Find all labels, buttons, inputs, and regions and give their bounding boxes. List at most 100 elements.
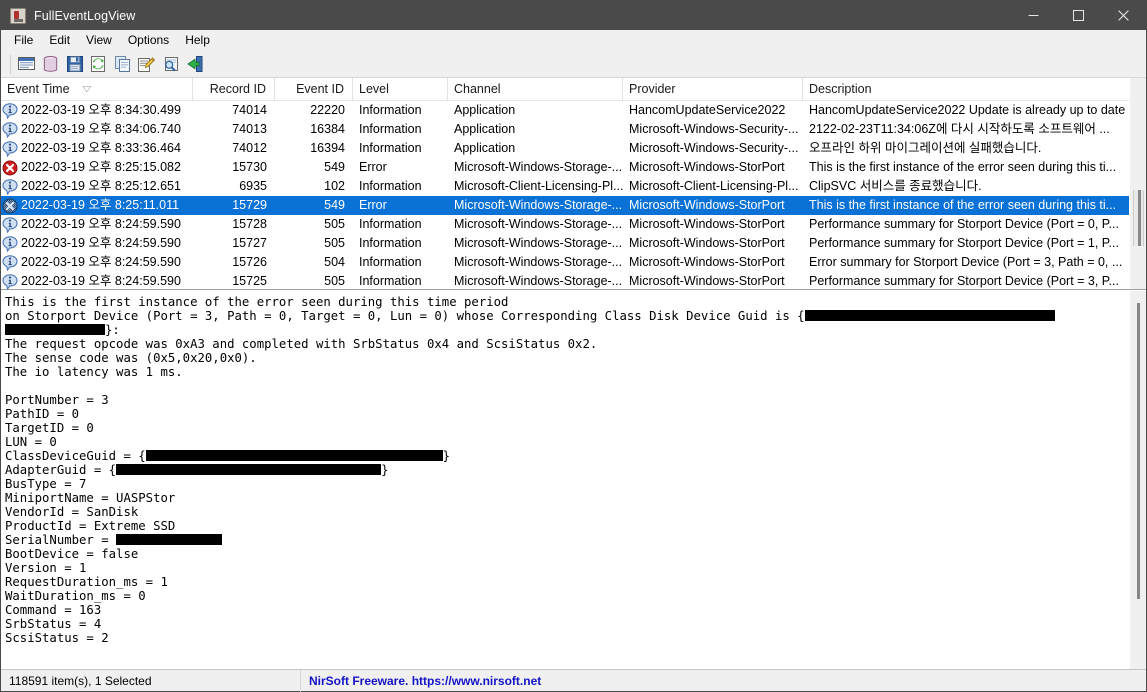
detail-line: WaitDuration_ms = 0	[5, 589, 146, 603]
error-icon	[2, 160, 18, 176]
properties-icon[interactable]	[135, 53, 158, 76]
information-icon	[2, 216, 18, 233]
detail-scrollbar-thumb[interactable]	[1134, 303, 1144, 599]
nirsoft-link[interactable]: NirSoft Freeware. https://www.nirsoft.ne…	[309, 674, 541, 688]
cell-event-id: 504	[324, 255, 345, 269]
cell-event-time: 2022-03-19 오후 8:25:12.651	[1, 177, 193, 196]
cell-event-time: 2022-03-19 오후 8:34:30.499	[1, 101, 193, 120]
table-row[interactable]: 2022-03-19 오후 8:25:11.011 15729 549 Error Mi…	[1, 196, 1131, 215]
detail-line: PathID = 0	[5, 407, 80, 421]
copy-icon[interactable]	[111, 53, 134, 76]
information-icon	[2, 102, 18, 119]
detail-line: ClassDeviceGuid = {}	[5, 449, 1101, 463]
cell-description: HancomUpdateService2022 Update is alread…	[809, 103, 1126, 117]
minimize-icon[interactable]	[1011, 1, 1056, 30]
list-vertical-scrollbar[interactable]	[1129, 78, 1146, 289]
column-header-event-id[interactable]: Event ID	[275, 78, 353, 100]
table-row[interactable]: 2022-03-19 오후 8:24:59.590 15727 505 Informa…	[1, 234, 1131, 253]
maximize-icon[interactable]	[1056, 1, 1101, 30]
cell-event-id: 16384	[310, 122, 345, 136]
cell-level: Error	[359, 160, 387, 174]
cell-channel: Microsoft-Windows-Storage-...	[454, 217, 623, 231]
detail-line-text: SerialNumber =	[5, 533, 117, 547]
event-detail-pane[interactable]: This is the first instance of the error …	[1, 290, 1146, 669]
exit-icon[interactable]	[183, 53, 206, 76]
refresh-icon[interactable]	[87, 53, 110, 76]
cell-channel: Application	[454, 141, 516, 155]
menu-file[interactable]: File	[6, 32, 41, 49]
close-icon[interactable]	[1101, 1, 1146, 30]
menu-view[interactable]: View	[78, 32, 120, 49]
toolbar-grip	[10, 54, 11, 74]
detail-line: LUN = 0	[5, 435, 57, 449]
cell-event-time-label: 2022-03-19 오후 8:24:59.590	[21, 274, 181, 288]
cell-record-id: 15730	[232, 160, 267, 174]
status-item-count: 118591 item(s), 1 Selected	[1, 669, 301, 692]
table-row[interactable]: 2022-03-19 오후 8:24:59.590 15726 504 Informa…	[1, 253, 1131, 272]
detail-line: The request opcode was 0xA3 and complete…	[5, 337, 598, 351]
menu-help[interactable]: Help	[177, 32, 218, 49]
cell-channel: Microsoft-Windows-Storage-...	[454, 236, 623, 250]
column-header-event-time-label: Event Time	[7, 82, 70, 96]
cell-record-id: 15726	[232, 255, 267, 269]
menu-options[interactable]: Options	[120, 32, 177, 49]
cell-event-time: 2022-03-19 오후 8:25:15.082	[1, 158, 193, 177]
redacted-value	[116, 534, 223, 545]
detail-line-text-suffix: }:	[105, 323, 120, 337]
table-row[interactable]: 2022-03-19 오후 8:34:06.740 74013 16384 Infor…	[1, 120, 1131, 139]
cell-level: Information	[359, 236, 422, 250]
column-header-level[interactable]: Level	[353, 78, 448, 100]
cell-record-id: 74013	[232, 122, 267, 136]
column-header-description[interactable]: Description	[803, 78, 1131, 100]
information-icon	[2, 273, 18, 290]
cell-event-time: 2022-03-19 오후 8:33:36.464	[1, 139, 193, 158]
cell-record-id: 15725	[232, 274, 267, 288]
detail-line: }:	[5, 323, 1101, 337]
cell-level: Information	[359, 141, 422, 155]
cell-level: Information	[359, 274, 422, 288]
cell-provider: Microsoft-Windows-StorPort	[629, 160, 785, 174]
table-row[interactable]: 2022-03-19 오후 8:24:59.590 15728 505 Informa…	[1, 215, 1131, 234]
column-header-event-time[interactable]: Event Time ▽	[1, 78, 193, 100]
table-row[interactable]: 2022-03-19 오후 8:25:12.651 6935 102 Informat…	[1, 177, 1131, 196]
cell-event-time-label: 2022-03-19 오후 8:34:30.499	[21, 103, 181, 117]
database-icon[interactable]	[39, 53, 62, 76]
cell-record-id: 15727	[232, 236, 267, 250]
table-row[interactable]: 2022-03-19 오후 8:25:15.082 15730 549 Error Mi…	[1, 158, 1131, 177]
event-list-rows: 2022-03-19 오후 8:34:30.499 74014 22220 Infor…	[1, 101, 1131, 291]
column-header-record-id[interactable]: Record ID	[193, 78, 275, 100]
find-icon[interactable]	[159, 53, 182, 76]
detail-line: BootDevice = false	[5, 547, 139, 561]
cell-description: ClipSVC 서비스를 종료했습니다.	[809, 179, 982, 193]
table-row[interactable]: 2022-03-19 오후 8:33:36.464 74012 16394 Infor…	[1, 139, 1131, 158]
column-header-row: Event Time ▽ Record ID Event ID Level Ch…	[1, 78, 1131, 101]
menu-edit[interactable]: Edit	[41, 32, 78, 49]
sort-ascending-icon: ▽	[82, 84, 91, 94]
detail-line: Version = 1	[5, 561, 87, 575]
cell-event-id: 102	[324, 179, 345, 193]
detail-line-text: on Storport Device (Port = 3, Path = 0, …	[5, 309, 805, 323]
detail-line: The sense code was (0x5,0x20,0x0).	[5, 351, 257, 365]
detail-vertical-scrollbar[interactable]	[1129, 291, 1146, 669]
list-scrollbar-thumb[interactable]	[1133, 190, 1144, 246]
save-icon[interactable]	[63, 53, 86, 76]
cell-record-id: 74014	[232, 103, 267, 117]
toolbar	[1, 51, 1146, 78]
event-list[interactable]: Event Time ▽ Record ID Event ID Level Ch…	[1, 78, 1146, 290]
cell-provider: Microsoft-Windows-Security-...	[629, 122, 799, 136]
information-icon	[2, 235, 18, 252]
cell-event-id: 505	[324, 217, 345, 231]
table-row[interactable]: 2022-03-19 오후 8:34:30.499 74014 22220 Infor…	[1, 101, 1131, 120]
cell-event-id: 505	[324, 274, 345, 288]
select-event-sources-icon[interactable]	[15, 53, 38, 76]
column-header-provider[interactable]: Provider	[623, 78, 803, 100]
redacted-value	[116, 464, 382, 475]
detail-line: ProductId = Extreme SSD	[5, 519, 176, 533]
cell-level: Information	[359, 122, 422, 136]
cell-level: Information	[359, 179, 422, 193]
detail-line: PortNumber = 3	[5, 393, 109, 407]
table-row[interactable]: 2022-03-19 오후 8:24:59.590 15725 505 Informa…	[1, 272, 1131, 291]
column-header-channel[interactable]: Channel	[448, 78, 623, 100]
cell-channel: Microsoft-Windows-Storage-...	[454, 198, 623, 212]
redacted-value	[5, 324, 105, 335]
